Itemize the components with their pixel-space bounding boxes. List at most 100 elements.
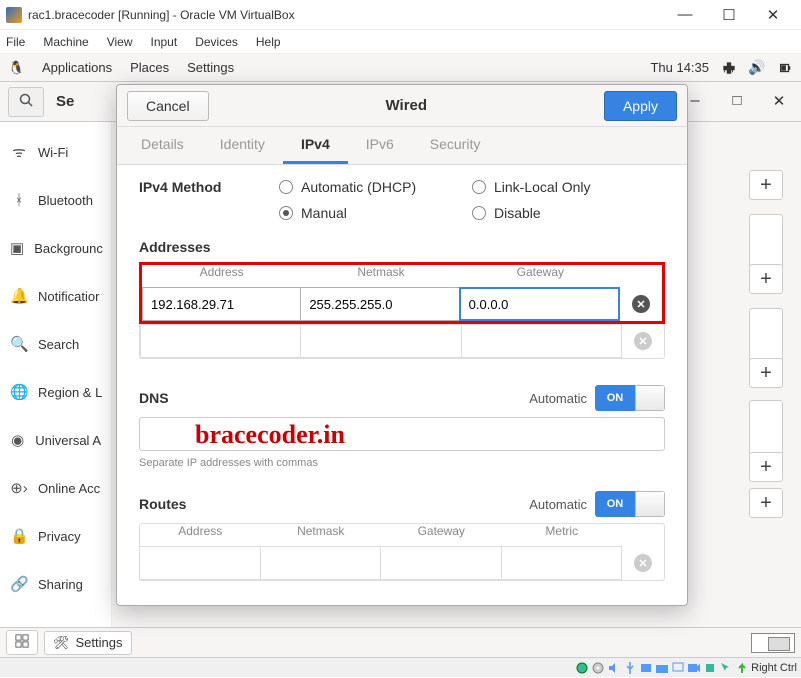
page-title: Se <box>56 93 74 110</box>
vb-recording-icon[interactable] <box>687 661 701 675</box>
sidebar-item-online-accounts[interactable]: ⊕›Online Acc <box>0 464 111 512</box>
connection-settings-frame[interactable] <box>749 214 783 270</box>
sidebar-item-background[interactable]: ▣Backgrounc <box>0 224 111 272</box>
window-maximize-button[interactable]: ☐ <box>707 1 751 29</box>
add-button[interactable]: + <box>749 264 783 294</box>
network-indicator-icon[interactable] <box>721 60 737 76</box>
delete-row-button[interactable]: ✕ <box>620 287 662 321</box>
gateway-input[interactable] <box>459 287 620 321</box>
gnome-settings-menu[interactable]: Settings <box>187 60 234 75</box>
workspace-switcher-button[interactable] <box>6 630 38 655</box>
sidebar-item-wifi[interactable]: ᯤ Wi-Fi <box>0 128 111 176</box>
menu-input[interactable]: Input <box>151 35 178 49</box>
workspace-icon <box>15 634 29 651</box>
sidebar-item-privacy[interactable]: 🔒Privacy <box>0 512 111 560</box>
add-button[interactable]: + <box>749 452 783 482</box>
add-button[interactable]: + <box>749 488 783 518</box>
address-input[interactable] <box>142 287 301 321</box>
connection-settings-frame[interactable] <box>749 308 783 364</box>
vb-usb-icon[interactable] <box>623 661 637 675</box>
menu-view[interactable]: View <box>107 35 133 49</box>
connection-settings-frame[interactable] <box>749 400 783 456</box>
vb-cpu-icon[interactable] <box>703 661 717 675</box>
sidebar-item-sharing[interactable]: 🔗Sharing <box>0 560 111 608</box>
add-button[interactable]: + <box>749 170 783 200</box>
sidebar-item-label: Wi-Fi <box>38 145 68 160</box>
taskbar-settings-button[interactable]: 🛠 Settings <box>44 631 132 655</box>
sidebar-item-universal-access[interactable]: ◉Universal A <box>0 416 111 464</box>
dialog-body: IPv4 Method Automatic (DHCP) Manual Link… <box>117 165 687 605</box>
globe-icon: 🌐 <box>10 383 28 401</box>
dns-hint: Separate IP addresses with commas <box>139 457 665 469</box>
tab-identity[interactable]: Identity <box>202 127 283 164</box>
gnome-clock[interactable]: Thu 14:35 <box>650 60 709 75</box>
radio-automatic-dhcp[interactable]: Automatic (DHCP) <box>279 179 472 195</box>
toggle-on-label: ON <box>595 385 635 411</box>
vb-optical-icon[interactable] <box>591 661 605 675</box>
sidebar-item-search[interactable]: 🔍Search <box>0 320 111 368</box>
radio-icon <box>279 180 293 194</box>
search-button[interactable] <box>8 87 44 117</box>
menu-help[interactable]: Help <box>256 35 281 49</box>
gnome-top-bar: 🐧 Applications Places Settings Thu 14:35… <box>0 54 801 82</box>
netmask-input[interactable] <box>300 324 461 358</box>
header-close-button[interactable]: ✕ <box>765 92 793 111</box>
address-row-empty: ✕ <box>140 324 664 358</box>
cloud-key-icon: ⊕› <box>10 479 28 497</box>
window-minimize-button[interactable]: — <box>663 1 707 29</box>
menu-file[interactable]: File <box>6 35 25 49</box>
radio-manual[interactable]: Manual <box>279 205 472 221</box>
dialog-tabs: Details Identity IPv4 IPv6 Security <box>117 127 687 165</box>
vb-network-icon[interactable] <box>639 661 653 675</box>
tab-ipv4[interactable]: IPv4 <box>283 127 348 164</box>
route-netmask-input[interactable] <box>260 546 382 580</box>
add-button[interactable]: + <box>749 358 783 388</box>
window-close-button[interactable]: ✕ <box>751 1 795 29</box>
sidebar-item-notifications[interactable]: 🔔Notificatior <box>0 272 111 320</box>
dialog-title: Wired <box>209 97 604 114</box>
gateway-input[interactable] <box>461 324 622 358</box>
radio-label: Link-Local Only <box>494 179 591 195</box>
search-icon: 🔍 <box>10 335 28 353</box>
address-input[interactable] <box>140 324 301 358</box>
tab-security[interactable]: Security <box>412 127 499 164</box>
apply-button[interactable]: Apply <box>604 91 677 121</box>
virtualbox-menu: File Machine View Input Devices Help <box>0 30 801 54</box>
gnome-places[interactable]: Places <box>130 60 169 75</box>
address-row: ✕ <box>142 287 662 321</box>
dns-automatic-toggle[interactable]: ON <box>595 385 665 411</box>
virtualbox-icon <box>6 7 22 23</box>
route-metric-input[interactable] <box>501 546 623 580</box>
vb-keyboard-icon[interactable] <box>735 661 749 675</box>
header-maximize-button[interactable]: □ <box>723 93 751 110</box>
addresses-title: Addresses <box>139 239 665 255</box>
radio-link-local[interactable]: Link-Local Only <box>472 179 665 195</box>
wifi-icon: ᯤ <box>10 142 28 162</box>
radio-disable[interactable]: Disable <box>472 205 665 221</box>
route-address-input[interactable] <box>139 546 261 580</box>
routes-automatic-toggle[interactable]: ON <box>595 491 665 517</box>
tab-details[interactable]: Details <box>123 127 202 164</box>
sidebar-item-label: Bluetooth <box>38 193 93 208</box>
dns-title: DNS <box>139 390 169 406</box>
netmask-input[interactable] <box>300 287 459 321</box>
cancel-button[interactable]: Cancel <box>127 91 209 121</box>
delete-icon: ✕ <box>634 554 652 572</box>
route-gateway-input[interactable] <box>380 546 502 580</box>
gnome-applications[interactable]: Applications <box>42 60 112 75</box>
vb-disk-icon[interactable] <box>575 661 589 675</box>
vb-shared-folders-icon[interactable] <box>655 661 669 675</box>
settings-sidebar: ᯤ Wi-Fi ᚼBluetooth ▣Backgrounc 🔔Notificat… <box>0 122 112 646</box>
menu-machine[interactable]: Machine <box>43 35 88 49</box>
volume-indicator-icon[interactable]: 🔊 <box>749 60 765 76</box>
gnome-taskbar: 🛠 Settings <box>0 627 801 657</box>
tab-ipv6[interactable]: IPv6 <box>348 127 412 164</box>
vb-display-icon[interactable] <box>671 661 685 675</box>
vb-mouse-icon[interactable] <box>719 661 733 675</box>
vb-audio-icon[interactable] <box>607 661 621 675</box>
menu-devices[interactable]: Devices <box>195 35 238 49</box>
sidebar-item-region[interactable]: 🌐Region & L <box>0 368 111 416</box>
workspace-preview[interactable] <box>751 633 795 653</box>
battery-indicator-icon[interactable] <box>777 60 793 76</box>
sidebar-item-bluetooth[interactable]: ᚼBluetooth <box>0 176 111 224</box>
